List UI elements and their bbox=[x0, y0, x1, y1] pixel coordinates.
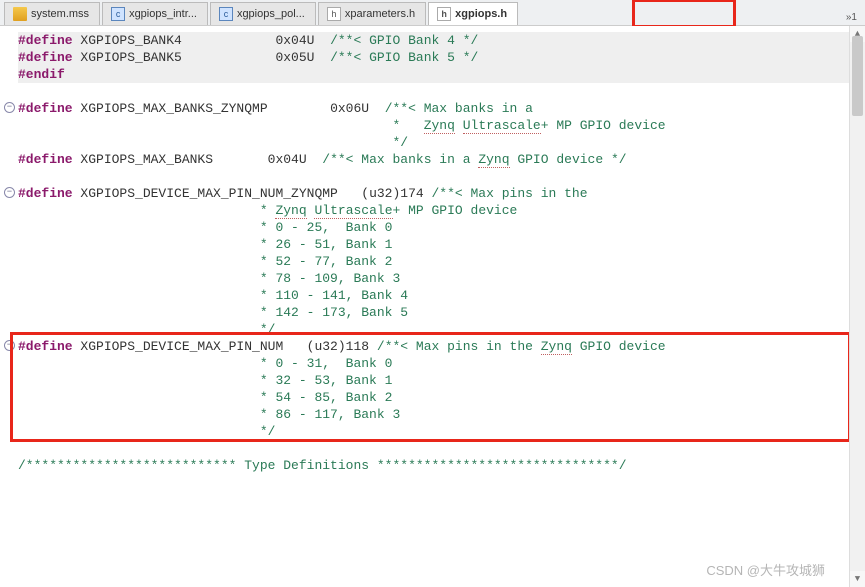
scroll-down-icon[interactable]: ▼ bbox=[850, 571, 865, 587]
code-editor[interactable]: #define XGPIOPS_BANK4 0x04U /**< GPIO Ba… bbox=[0, 26, 865, 474]
mss-icon bbox=[13, 7, 27, 21]
keyword: #define bbox=[18, 50, 73, 65]
scrollbar-thumb[interactable] bbox=[852, 36, 863, 116]
tab-bar: system.mss cxgpiops_intr... cxgpiops_pol… bbox=[0, 0, 865, 26]
keyword: #define bbox=[18, 339, 73, 354]
fold-toggle[interactable]: − bbox=[4, 340, 15, 351]
fold-toggle[interactable]: − bbox=[4, 102, 15, 113]
c-file-icon: c bbox=[111, 7, 125, 21]
keyword: #define bbox=[18, 33, 73, 48]
tab-xparameters-h[interactable]: hxparameters.h bbox=[318, 2, 426, 25]
keyword: #endif bbox=[18, 67, 65, 82]
vertical-scrollbar[interactable]: ▲ ▼ bbox=[849, 26, 865, 587]
gutter bbox=[0, 26, 18, 474]
tab-system-mss[interactable]: system.mss bbox=[4, 2, 100, 25]
watermark: CSDN @大牛攻城狮 bbox=[706, 560, 825, 579]
h-file-icon: h bbox=[327, 7, 341, 21]
tab-xgpiops-h[interactable]: hxgpiops.h bbox=[428, 2, 518, 25]
keyword: #define bbox=[18, 152, 73, 167]
tab-xgpiops-pol[interactable]: cxgpiops_pol... bbox=[210, 2, 316, 25]
c-file-icon: c bbox=[219, 7, 233, 21]
keyword: #define bbox=[18, 186, 73, 201]
keyword: #define bbox=[18, 101, 73, 116]
tab-xgpiops-intr[interactable]: cxgpiops_intr... bbox=[102, 2, 208, 25]
fold-toggle[interactable]: − bbox=[4, 187, 15, 198]
tab-overflow-button[interactable]: »1 bbox=[838, 10, 865, 25]
h-file-icon: h bbox=[437, 7, 451, 21]
